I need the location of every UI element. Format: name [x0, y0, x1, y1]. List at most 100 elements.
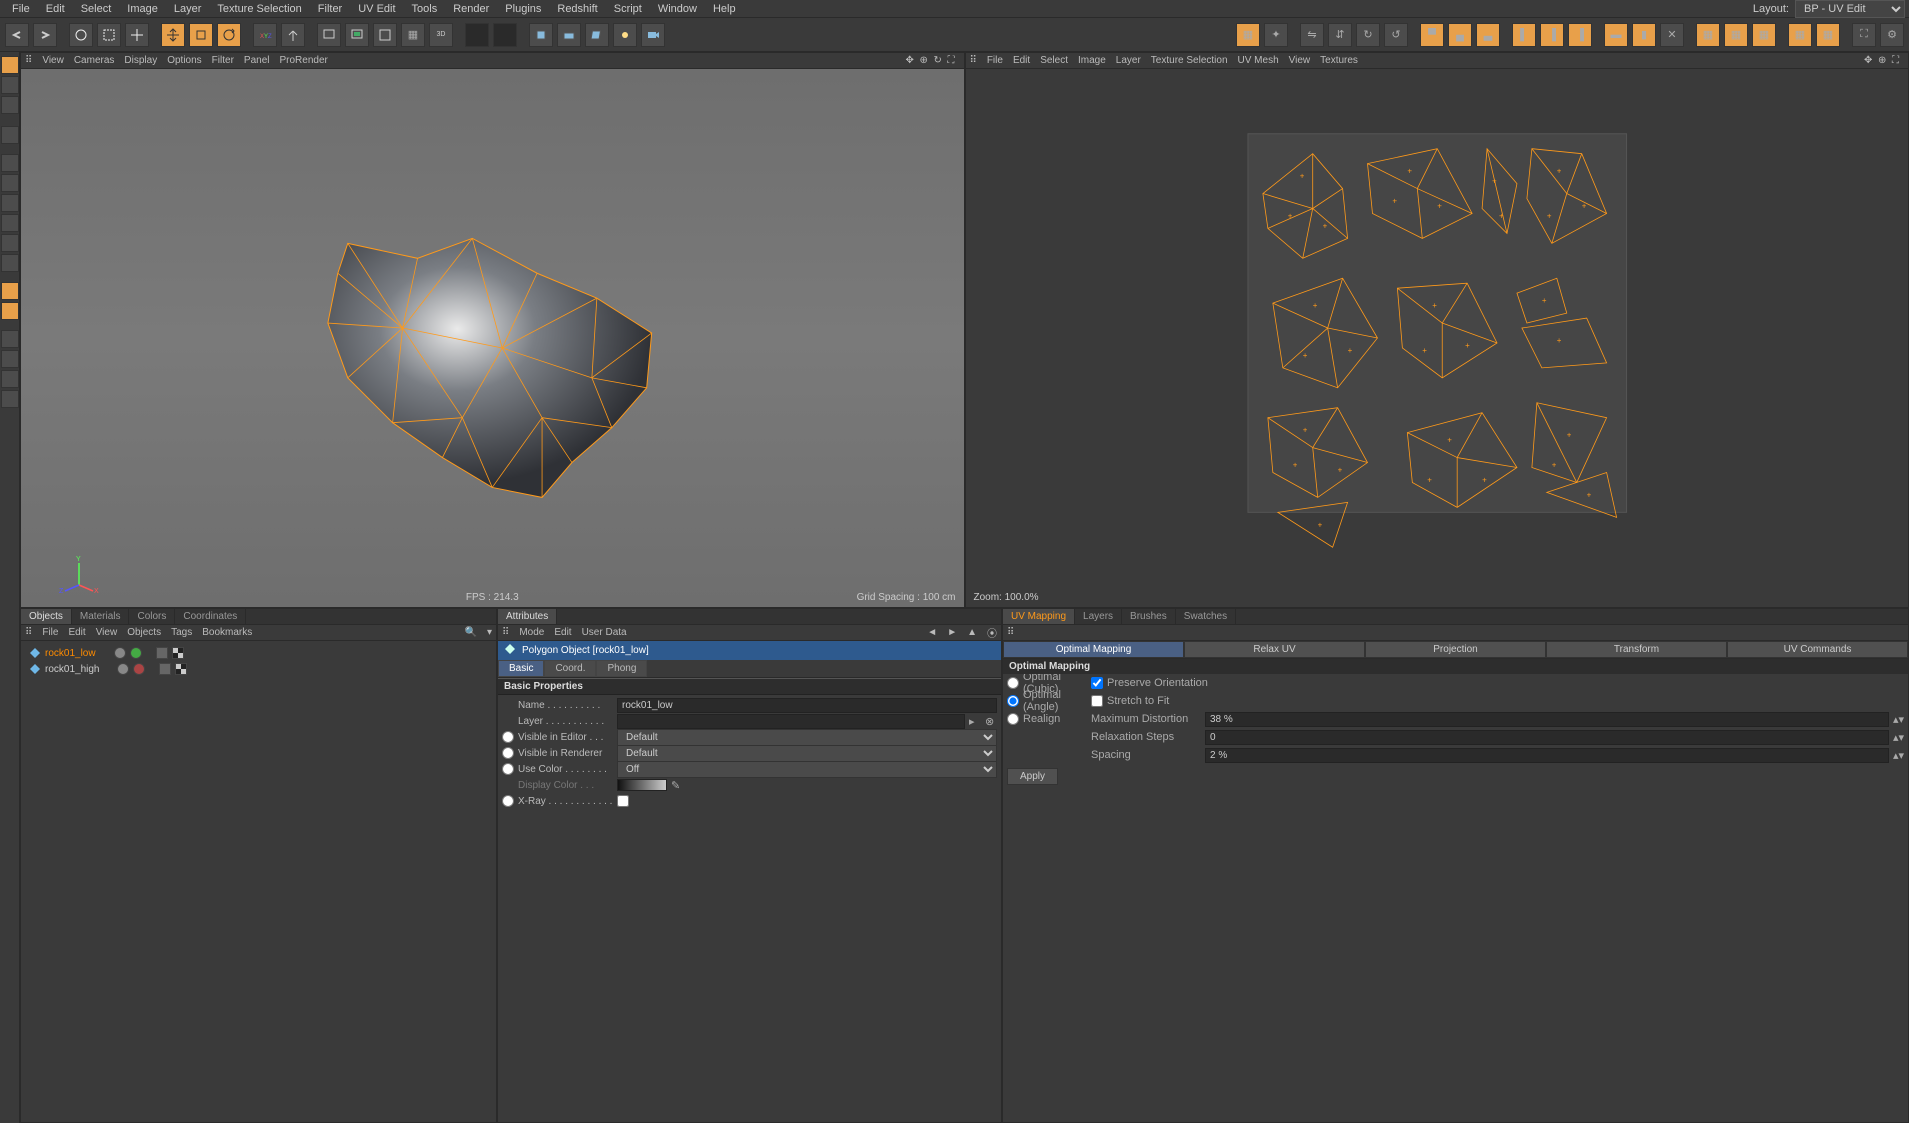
- vp-max-icon[interactable]: ⛶: [948, 55, 960, 67]
- attr-visrender-select[interactable]: Default: [617, 745, 997, 762]
- live-select-button[interactable]: [69, 23, 93, 47]
- uv-align-bottom-button[interactable]: ▃: [1476, 23, 1500, 47]
- attr-displaycolor-swatch[interactable]: [617, 779, 667, 791]
- attr-layer-input[interactable]: [617, 714, 965, 729]
- vp-menu-view[interactable]: View: [42, 55, 64, 66]
- spinner-icon[interactable]: ▴▾: [1893, 731, 1904, 744]
- tab-objects[interactable]: Objects: [21, 609, 72, 624]
- uv-pack-3-button[interactable]: ▦: [1752, 23, 1776, 47]
- attr-tab-basic[interactable]: Basic: [498, 660, 544, 677]
- menu-render[interactable]: Render: [445, 3, 497, 15]
- menu-edit[interactable]: Edit: [38, 3, 73, 15]
- render-button[interactable]: [317, 23, 341, 47]
- uv-mirror-v-button[interactable]: ⇵: [1328, 23, 1352, 47]
- uvw-tag-icon[interactable]: [172, 647, 184, 659]
- redo-button[interactable]: [33, 23, 57, 47]
- attr-xray-check[interactable]: [617, 795, 629, 807]
- check-stretch[interactable]: [1091, 695, 1103, 707]
- coord-sys-button[interactable]: [281, 23, 305, 47]
- grip-icon[interactable]: ⠿: [502, 627, 509, 638]
- render-settings-button[interactable]: [373, 23, 397, 47]
- uv-sel-tool[interactable]: ▦: [1236, 23, 1260, 47]
- viewport-3d-canvas[interactable]: Y X Z FPS : 214.3 Grid Spacing : 100 cm: [21, 69, 964, 607]
- uv-dist-v-button[interactable]: ▮: [1632, 23, 1656, 47]
- brush-tool[interactable]: [1, 330, 19, 348]
- rect-select-button[interactable]: [97, 23, 121, 47]
- attr-name-input[interactable]: [617, 698, 997, 713]
- vis-editor-dot[interactable]: [114, 647, 126, 659]
- menu-tools[interactable]: Tools: [404, 3, 446, 15]
- uv-fit-button[interactable]: ⛶: [1852, 23, 1876, 47]
- tab-uvmapping[interactable]: UV Mapping: [1003, 609, 1075, 624]
- menu-script[interactable]: Script: [606, 3, 650, 15]
- uvsubtab-transform[interactable]: Transform: [1546, 641, 1727, 658]
- uvvp-menu-uvmesh[interactable]: UV Mesh: [1238, 55, 1279, 66]
- layer-pick-icon[interactable]: ▸: [969, 715, 981, 727]
- obj-menu-bookmarks[interactable]: Bookmarks: [202, 627, 252, 638]
- uvvp-menu-edit[interactable]: Edit: [1013, 55, 1030, 66]
- apply-button[interactable]: Apply: [1007, 768, 1058, 785]
- uvsubtab-relax[interactable]: Relax UV: [1184, 641, 1365, 658]
- uv-align-right-button[interactable]: ▐: [1568, 23, 1592, 47]
- workplane-tool[interactable]: [1, 390, 19, 408]
- vp-zoom-icon[interactable]: ⊕: [920, 55, 932, 67]
- attr-visrender-radio[interactable]: [502, 747, 514, 759]
- move-button[interactable]: [125, 23, 149, 47]
- add-spline-button[interactable]: [493, 23, 517, 47]
- menu-select[interactable]: Select: [73, 3, 120, 15]
- spinner-icon[interactable]: ▴▾: [1893, 713, 1904, 726]
- attr-menu-userdata[interactable]: User Data: [582, 627, 627, 638]
- obj-menu-view[interactable]: View: [96, 627, 118, 638]
- tab-brushes[interactable]: Brushes: [1122, 609, 1176, 624]
- menu-file[interactable]: File: [4, 3, 38, 15]
- star-tool-1[interactable]: [1, 282, 19, 300]
- add-object-button[interactable]: [465, 23, 489, 47]
- menu-texture-selection[interactable]: Texture Selection: [209, 3, 309, 15]
- vp-menu-panel[interactable]: Panel: [244, 55, 270, 66]
- uvvp-menu-select[interactable]: Select: [1040, 55, 1068, 66]
- uv-align-left-button[interactable]: ▌: [1512, 23, 1536, 47]
- vp-nav-icon[interactable]: ✥: [906, 55, 918, 67]
- object-mode-button[interactable]: [1, 76, 19, 94]
- fwd-icon[interactable]: ►: [947, 627, 957, 638]
- attr-xray-radio[interactable]: [502, 795, 514, 807]
- points-mode-button[interactable]: [1, 126, 19, 144]
- attr-tab-coord[interactable]: Coord.: [544, 660, 596, 677]
- menu-filter[interactable]: Filter: [310, 3, 350, 15]
- polys-mode-button[interactable]: [1, 174, 19, 192]
- add-deformer-button[interactable]: [585, 23, 609, 47]
- search-icon[interactable]: 🔍: [465, 627, 477, 638]
- object-tree[interactable]: rock01_low rock01_high: [21, 641, 496, 1122]
- render-manager-button[interactable]: ▦: [401, 23, 425, 47]
- tab-coordinates[interactable]: Coordinates: [175, 609, 246, 624]
- uv-rotate-ccw-button[interactable]: ↺: [1384, 23, 1408, 47]
- uvw-tag-icon[interactable]: [175, 663, 187, 675]
- grip-icon[interactable]: ⠿: [970, 55, 977, 66]
- render-3d-button[interactable]: 3D: [429, 23, 453, 47]
- uv-settings-button[interactable]: ⚙: [1880, 23, 1904, 47]
- snap-tool[interactable]: [1, 370, 19, 388]
- uv-align-center-button[interactable]: ▐: [1540, 23, 1564, 47]
- render-region-button[interactable]: [345, 23, 369, 47]
- attr-menu-mode[interactable]: Mode: [519, 627, 544, 638]
- menu-image[interactable]: Image: [119, 3, 166, 15]
- paint-mode-button[interactable]: [1, 234, 19, 252]
- vis-editor-dot[interactable]: [117, 663, 129, 675]
- uv-weld-button[interactable]: ✕: [1660, 23, 1684, 47]
- attr-menu-edit[interactable]: Edit: [554, 627, 571, 638]
- uvvp-menu-textures[interactable]: Textures: [1320, 55, 1358, 66]
- xyz-lock-button[interactable]: XYZ: [253, 23, 277, 47]
- uv-pack-2-button[interactable]: ▦: [1724, 23, 1748, 47]
- tab-materials[interactable]: Materials: [72, 609, 130, 624]
- uv-align-top-button[interactable]: ▀: [1420, 23, 1444, 47]
- vis-render-dot[interactable]: [133, 663, 145, 675]
- back-icon[interactable]: ◄: [927, 627, 937, 638]
- input-spacing[interactable]: [1205, 748, 1889, 763]
- radio-optimal-angle[interactable]: [1007, 695, 1019, 707]
- uvvp-menu-view[interactable]: View: [1289, 55, 1311, 66]
- undo-button[interactable]: [5, 23, 29, 47]
- color-picker-icon[interactable]: ✎: [671, 779, 683, 791]
- attr-viseditor-radio[interactable]: [502, 731, 514, 743]
- uv-mirror-h-button[interactable]: ⇋: [1300, 23, 1324, 47]
- grip-icon[interactable]: ⠿: [1007, 627, 1014, 638]
